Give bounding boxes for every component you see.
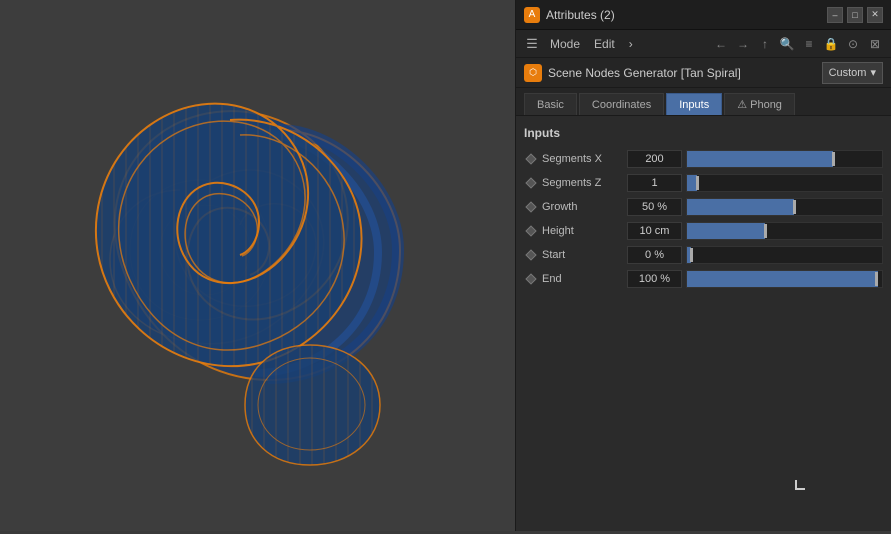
preset-label: Custom xyxy=(829,67,867,79)
param-name: Segments Z xyxy=(542,177,627,189)
param-name: End xyxy=(542,273,627,285)
param-diamond-icon[interactable] xyxy=(524,224,538,238)
param-name: Segments X xyxy=(542,153,627,165)
param-value-input[interactable] xyxy=(627,270,682,288)
menu-edit[interactable]: Edit xyxy=(588,35,621,53)
maximize-button[interactable]: □ xyxy=(847,7,863,23)
nav-back-button[interactable]: ← xyxy=(711,34,731,54)
param-row: Growth xyxy=(524,196,883,218)
3d-viewport[interactable] xyxy=(0,0,515,531)
param-row: Start xyxy=(524,244,883,266)
object-bar: ⬡ Scene Nodes Generator [Tan Spiral] Cus… xyxy=(516,58,891,88)
param-value-input[interactable] xyxy=(627,222,682,240)
param-row: Segments Z xyxy=(524,172,883,194)
param-diamond-icon[interactable] xyxy=(524,152,538,166)
param-value-input[interactable] xyxy=(627,174,682,192)
section-title: Inputs xyxy=(524,126,883,140)
param-value-input[interactable] xyxy=(627,246,682,264)
param-slider[interactable] xyxy=(686,246,883,264)
param-slider[interactable] xyxy=(686,174,883,192)
param-name: Start xyxy=(542,249,627,261)
expand-icon[interactable]: ⊠ xyxy=(865,34,885,54)
params-list: Segments X Segments Z Growth Height xyxy=(524,148,883,290)
menu-more[interactable]: › xyxy=(623,35,639,53)
tab-inputs[interactable]: Inputs xyxy=(666,93,722,115)
param-slider[interactable] xyxy=(686,222,883,240)
nav-up-button[interactable]: ↑ xyxy=(755,34,775,54)
title-icon: A xyxy=(524,7,540,23)
title-controls: – □ ✕ xyxy=(827,7,883,23)
param-row: Segments X xyxy=(524,148,883,170)
filter-icon[interactable]: ≡ xyxy=(799,34,819,54)
param-row: End xyxy=(524,268,883,290)
title-text: Attributes (2) xyxy=(546,8,827,22)
lock-icon[interactable]: 🔒 xyxy=(821,34,841,54)
dropdown-arrow-icon: ▾ xyxy=(870,66,876,79)
tab-coordinates[interactable]: Coordinates xyxy=(579,93,664,115)
search-icon[interactable]: 🔍 xyxy=(777,34,797,54)
param-name: Height xyxy=(542,225,627,237)
param-value-input[interactable] xyxy=(627,150,682,168)
param-name: Growth xyxy=(542,201,627,213)
attributes-panel: A Attributes (2) – □ ✕ ☰ Mode Edit › ← →… xyxy=(515,0,891,531)
tab-bar: Basic Coordinates Inputs ⚠ Phong xyxy=(516,88,891,116)
close-button[interactable]: ✕ xyxy=(867,7,883,23)
object-name: Scene Nodes Generator [Tan Spiral] xyxy=(548,66,816,80)
param-row: Height xyxy=(524,220,883,242)
param-diamond-icon[interactable] xyxy=(524,272,538,286)
settings-icon[interactable]: ⊙ xyxy=(843,34,863,54)
object-icon: ⬡ xyxy=(524,64,542,82)
title-bar: A Attributes (2) – □ ✕ xyxy=(516,0,891,30)
minimize-button[interactable]: – xyxy=(827,7,843,23)
param-diamond-icon[interactable] xyxy=(524,176,538,190)
hamburger-icon[interactable]: ☰ xyxy=(522,34,542,54)
param-slider[interactable] xyxy=(686,198,883,216)
nav-forward-button[interactable]: → xyxy=(733,34,753,54)
inputs-content: Inputs Segments X Segments Z Growth xyxy=(516,116,891,531)
param-diamond-icon[interactable] xyxy=(524,200,538,214)
param-slider[interactable] xyxy=(686,270,883,288)
tab-basic[interactable]: Basic xyxy=(524,93,577,115)
menu-bar: ☰ Mode Edit › ← → ↑ 🔍 ≡ 🔒 ⊙ ⊠ xyxy=(516,30,891,58)
menu-mode[interactable]: Mode xyxy=(544,35,586,53)
param-value-input[interactable] xyxy=(627,198,682,216)
param-slider[interactable] xyxy=(686,150,883,168)
param-diamond-icon[interactable] xyxy=(524,248,538,262)
tab-phong[interactable]: ⚠ Phong xyxy=(724,93,795,115)
preset-dropdown[interactable]: Custom ▾ xyxy=(822,62,883,84)
